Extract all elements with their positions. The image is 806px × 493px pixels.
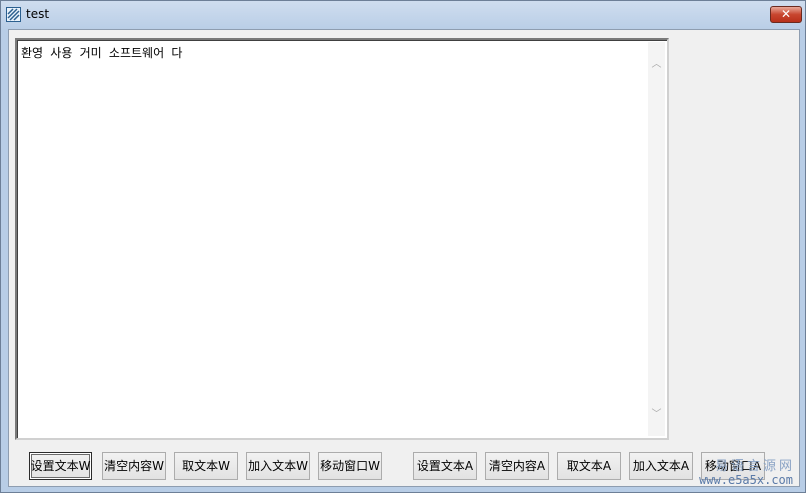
scroll-up-icon[interactable]: ︿ <box>648 56 665 73</box>
close-button[interactable]: ✕ <box>770 6 802 23</box>
clear-content-a-button[interactable]: 清空内容A <box>485 452 549 480</box>
set-text-a-button[interactable]: 设置文本A <box>413 452 477 480</box>
watermark: 易语言源网 www.e5a5x.com <box>691 455 797 491</box>
set-text-w-button[interactable]: 设置文本W <box>29 452 92 480</box>
close-icon: ✕ <box>780 7 792 21</box>
vertical-scrollbar[interactable]: ︿ ﹀ <box>648 42 665 436</box>
move-window-w-button[interactable]: 移动窗口W <box>318 452 382 480</box>
watermark-title: 易语言源网 <box>714 459 795 474</box>
scroll-down-icon[interactable]: ﹀ <box>648 406 665 423</box>
editor-content: 환영 사용 거미 소프트웨어 다 <box>21 46 183 60</box>
app-icon <box>6 7 21 22</box>
client-area: 환영 사용 거미 소프트웨어 다 ︿ ﹀ 设置文本W 清空内容W 取文本W 加入… <box>8 29 800 487</box>
title-bar[interactable]: test ✕ <box>1 1 805 29</box>
get-text-a-button[interactable]: 取文本A <box>557 452 621 480</box>
clear-content-w-button[interactable]: 清空内容W <box>102 452 166 480</box>
window-title: test <box>26 7 50 21</box>
watermark-url: www.e5a5x.com <box>699 473 793 487</box>
append-text-w-button[interactable]: 加入文本W <box>246 452 310 480</box>
append-text-a-button[interactable]: 加入文本A <box>629 452 693 480</box>
text-editor[interactable]: 환영 사용 거미 소프트웨어 다 ︿ ﹀ <box>15 38 669 440</box>
app-window: test ✕ 환영 사용 거미 소프트웨어 다 ︿ ﹀ 设置文本W 清空内容W … <box>0 0 806 493</box>
get-text-w-button[interactable]: 取文本W <box>174 452 238 480</box>
